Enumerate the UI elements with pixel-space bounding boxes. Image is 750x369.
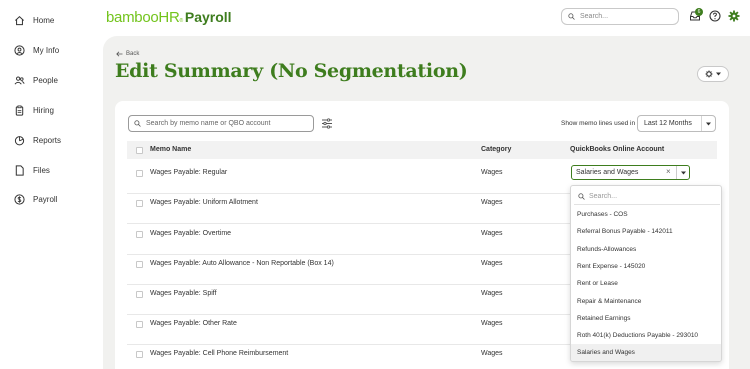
- sidebar-item-label: Reports: [33, 136, 62, 145]
- dropdown-option[interactable]: Retained Earnings: [571, 310, 721, 327]
- memo-name: Wages Payable: Spiff: [150, 290, 217, 297]
- dropdown-option[interactable]: Refunds-Allowances: [571, 241, 721, 258]
- time-range-caret: [701, 116, 715, 131]
- clear-selection-icon[interactable]: ×: [666, 167, 671, 176]
- category: Wages: [481, 169, 503, 176]
- logo-text: bambooHR: [106, 9, 180, 26]
- user-circle-icon: [14, 45, 25, 56]
- table-header: Memo Name Category QuickBooks Online Acc…: [127, 141, 717, 159]
- file-icon: [15, 165, 24, 176]
- global-search-placeholder: Search...: [580, 13, 609, 20]
- show-memo-lines-label: Show memo lines used in: [561, 120, 636, 127]
- qbo-account-dropdown: Search... Purchases - COS Referral Bonus…: [570, 185, 722, 362]
- back-label: Back: [126, 51, 140, 57]
- memo-name: Wages Payable: Other Rate: [150, 320, 237, 327]
- pie-chart-icon: [14, 136, 25, 146]
- global-search-input[interactable]: Search...: [561, 8, 679, 25]
- gear-icon: [705, 70, 713, 78]
- page-title: Edit Summary (No Segmentation): [115, 60, 468, 82]
- row-checkbox[interactable]: [136, 261, 143, 268]
- row-checkbox[interactable]: [136, 231, 143, 238]
- logo-product: Payroll: [184, 9, 232, 25]
- category: Wages: [481, 320, 503, 327]
- memo-search-input[interactable]: Search by memo name or QBO account: [128, 115, 314, 132]
- memo-name: Wages Payable: Regular: [150, 169, 228, 176]
- memo-name: Wages Payable: Uniform Allotment: [150, 199, 258, 206]
- sidebar-item-home[interactable]: Home: [14, 15, 54, 26]
- search-icon: [134, 120, 141, 127]
- category: Wages: [481, 199, 503, 206]
- qbo-dropdown-toggle[interactable]: [676, 166, 689, 179]
- caret-down-icon: [680, 171, 686, 174]
- bamboohr-payroll-logo[interactable]: bambooHR ® Payroll: [106, 9, 232, 26]
- memo-name: Wages Payable: Auto Allowance - Non Repo…: [150, 260, 334, 267]
- category: Wages: [481, 350, 503, 357]
- logo-reg: ®: [179, 18, 183, 24]
- qbo-account-value: Salaries and Wages: [576, 169, 639, 176]
- dropdown-option[interactable]: Repair & Maintenance: [571, 293, 721, 310]
- sidebar-item-label: My Info: [33, 46, 60, 55]
- sidebar-item-label: Hiring: [33, 106, 54, 115]
- back-link[interactable]: Back: [116, 51, 139, 57]
- memo-search-placeholder: Search by memo name or QBO account: [146, 120, 271, 127]
- header-memo-name: Memo Name: [150, 146, 192, 153]
- settings-gear-icon[interactable]: [728, 10, 740, 22]
- dropdown-option[interactable]: Referral Bonus Payable - 142011: [571, 223, 721, 240]
- arrow-left-icon: [116, 51, 123, 57]
- category: Wages: [481, 290, 503, 297]
- dropdown-search-placeholder: Search...: [589, 193, 618, 200]
- dropdown-option[interactable]: Rent Expense - 145020: [571, 258, 721, 275]
- row-checkbox[interactable]: [136, 321, 143, 328]
- memo-name: Wages Payable: Overtime: [150, 230, 232, 237]
- dollar-circle-icon: [14, 194, 25, 205]
- people-icon: [14, 76, 25, 85]
- category: Wages: [481, 230, 503, 237]
- dropdown-option-selected[interactable]: Salaries and Wages: [571, 344, 721, 361]
- sidebar-item-hiring[interactable]: Hiring: [14, 105, 54, 116]
- row-checkbox[interactable]: [136, 291, 143, 298]
- sidebar: Home My Info People Hiring Reports Files…: [0, 0, 100, 369]
- dropdown-option[interactable]: Roth 401(k) Deductions Payable - 293010: [571, 327, 721, 344]
- row-checkbox[interactable]: [136, 200, 143, 207]
- header-qbo-account: QuickBooks Online Account: [570, 146, 665, 153]
- sidebar-item-label: Payroll: [33, 195, 58, 204]
- sidebar-item-label: Home: [33, 16, 55, 25]
- select-all-checkbox[interactable]: [136, 147, 143, 154]
- dropdown-option[interactable]: Purchases - COS: [571, 206, 721, 223]
- sidebar-item-my-info[interactable]: My Info: [14, 45, 59, 56]
- time-range-select[interactable]: Last 12 Months: [637, 115, 716, 132]
- sidebar-item-people[interactable]: People: [14, 75, 58, 86]
- sidebar-item-label: Files: [33, 166, 50, 175]
- category: Wages: [481, 260, 503, 267]
- dropdown-search-input[interactable]: Search...: [574, 189, 720, 205]
- sidebar-item-label: People: [33, 76, 58, 85]
- settings-menu-button[interactable]: [697, 66, 729, 82]
- dropdown-option[interactable]: Rent or Lease: [571, 275, 721, 292]
- sidebar-item-reports[interactable]: Reports: [14, 135, 61, 146]
- notification-badge: 6: [695, 8, 703, 16]
- caret-down-icon: [716, 72, 721, 76]
- app-window: Home My Info People Hiring Reports Files…: [0, 0, 750, 369]
- qbo-account-select[interactable]: Salaries and Wages ×: [571, 165, 690, 180]
- help-icon[interactable]: [709, 10, 721, 22]
- home-icon: [15, 15, 24, 26]
- row-checkbox[interactable]: [136, 170, 143, 177]
- header-category: Category: [481, 146, 512, 153]
- sidebar-item-files[interactable]: Files: [14, 165, 50, 176]
- search-icon: [568, 13, 575, 20]
- clipboard-icon: [15, 105, 24, 116]
- time-range-value: Last 12 Months: [644, 120, 692, 127]
- row-checkbox[interactable]: [136, 351, 143, 358]
- memo-name: Wages Payable: Cell Phone Reimbursement: [150, 350, 289, 357]
- sidebar-item-payroll[interactable]: Payroll: [14, 194, 57, 205]
- search-icon: [578, 193, 585, 200]
- caret-down-icon: [706, 122, 711, 125]
- filter-sliders-icon[interactable]: [321, 118, 333, 129]
